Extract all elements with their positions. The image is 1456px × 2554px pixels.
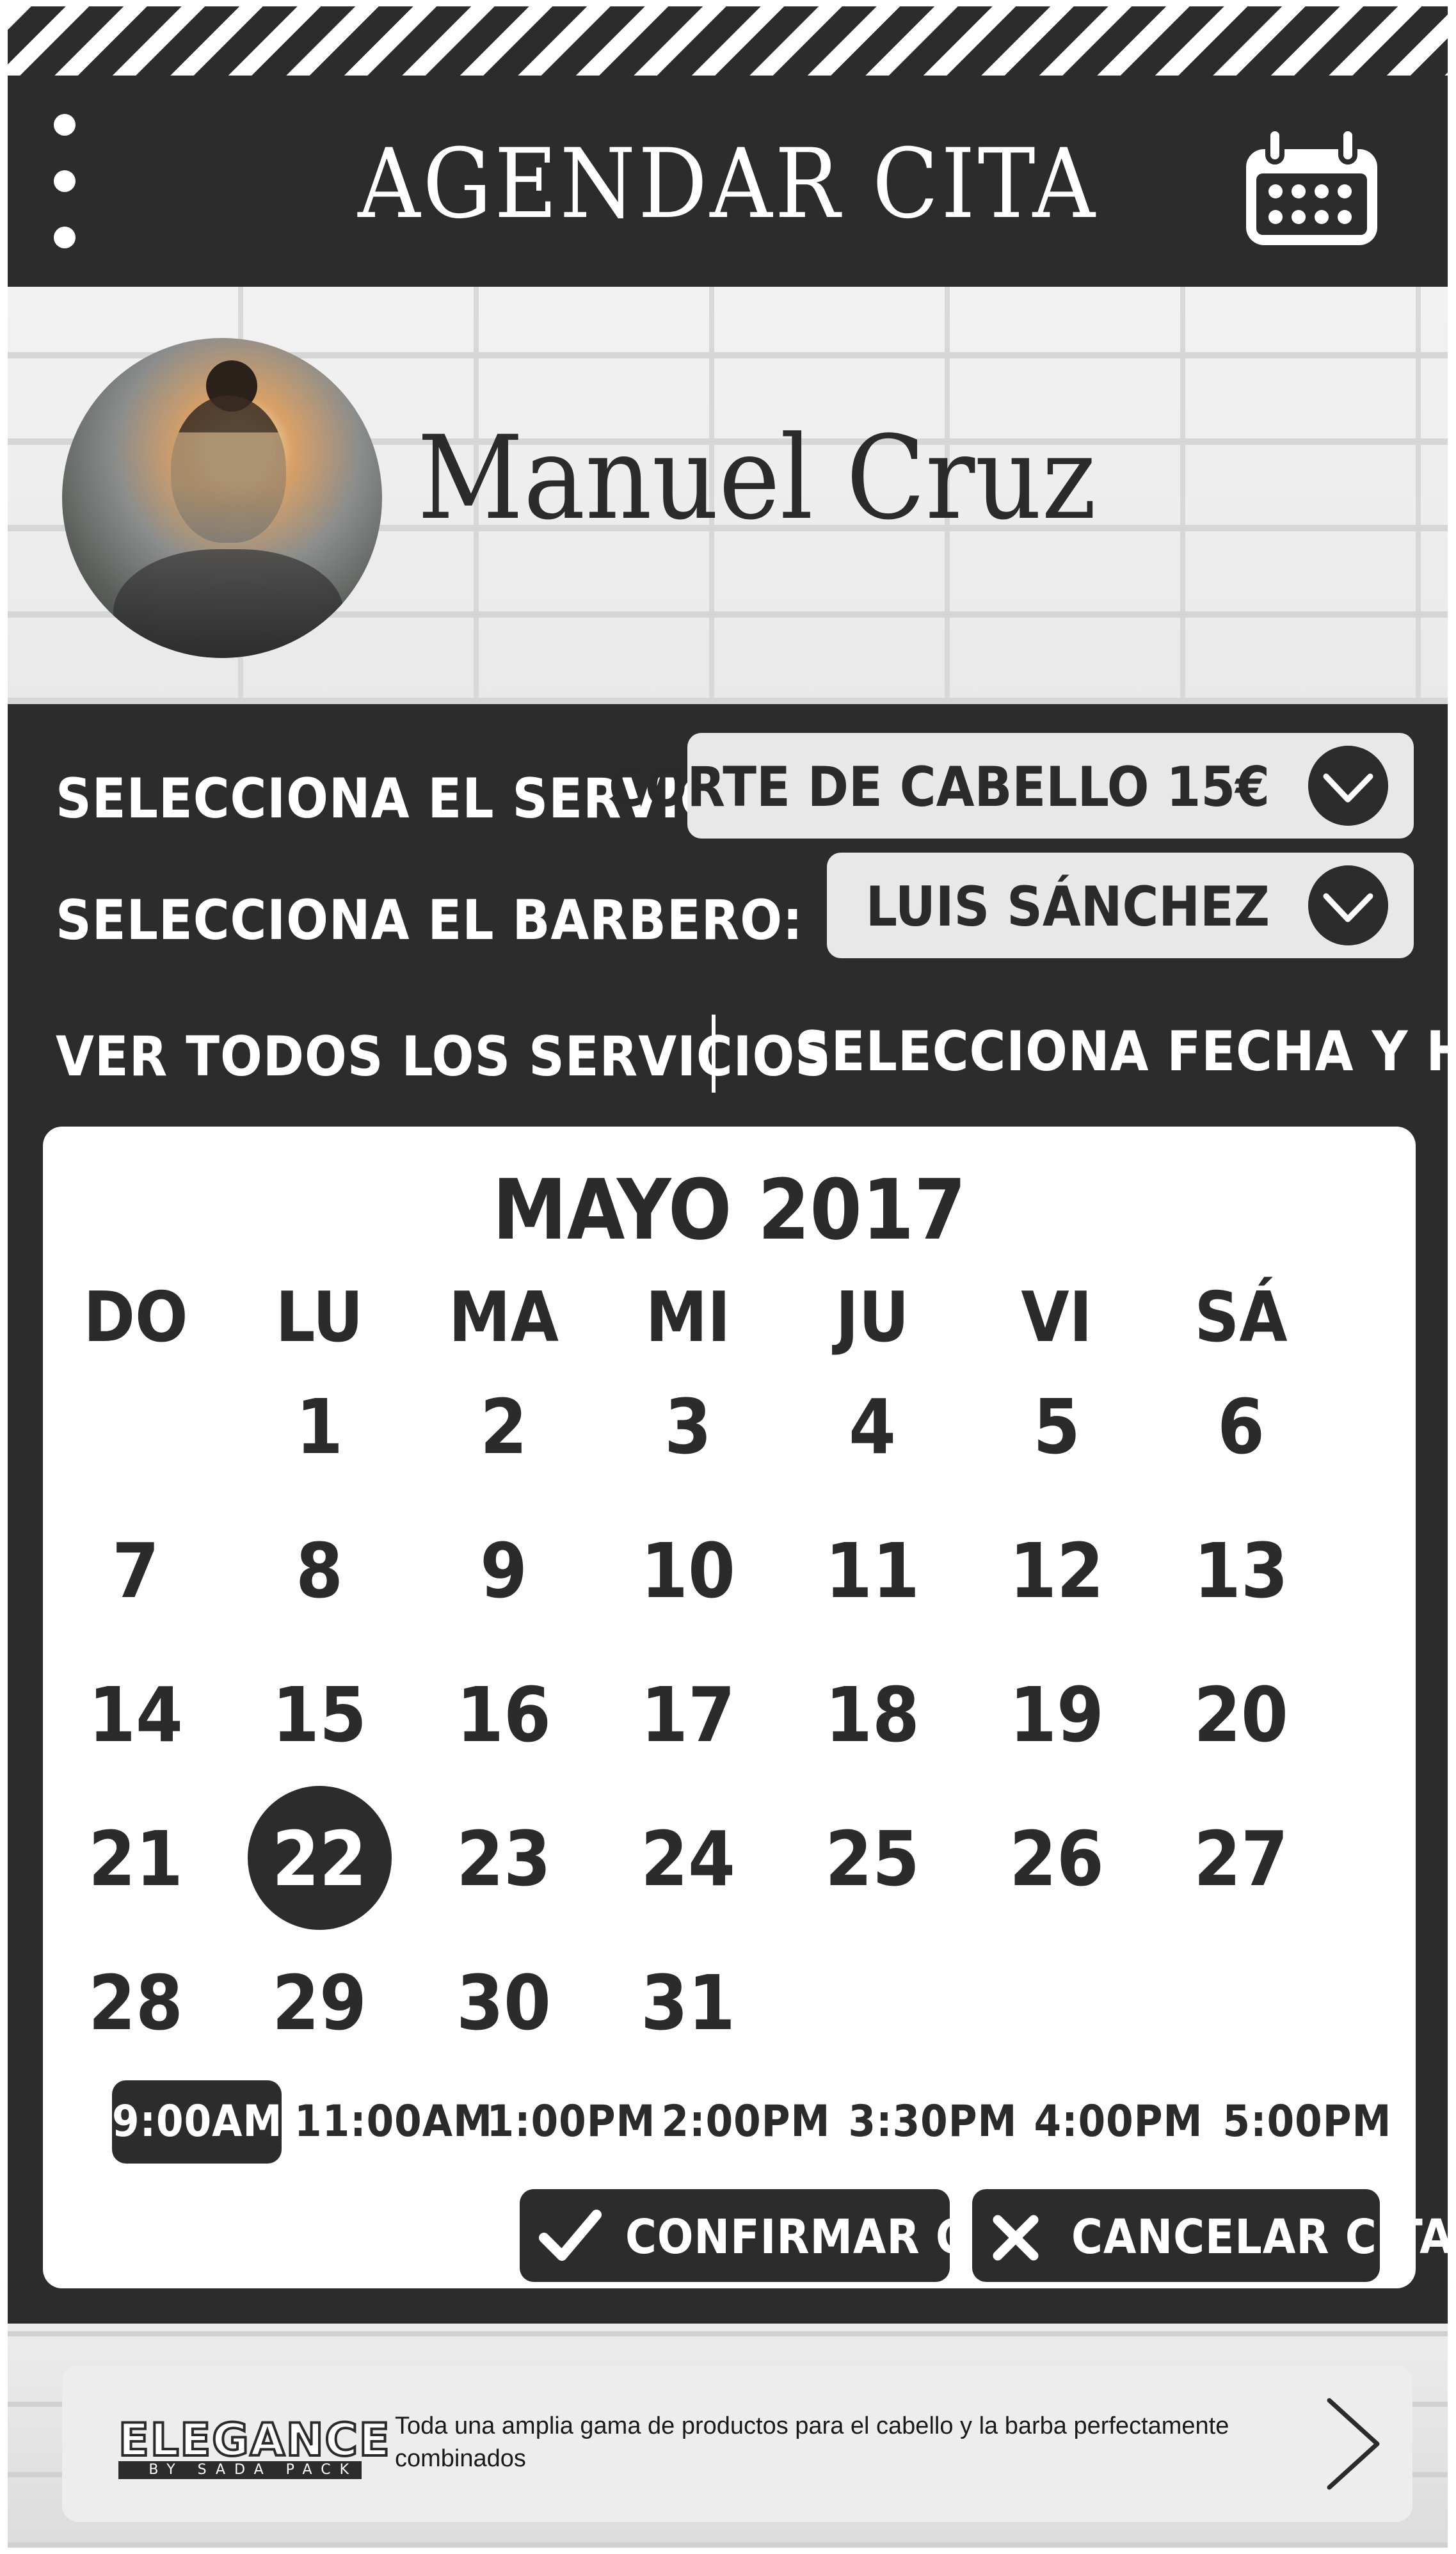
time-slot-1100am[interactable]: 11:00AM xyxy=(294,2080,492,2164)
calendar-day-27[interactable]: 27 xyxy=(1161,1821,1321,1897)
calendar-day-31[interactable]: 31 xyxy=(608,1965,768,2041)
calendar-day-20[interactable]: 20 xyxy=(1161,1677,1321,1753)
calendar-day-16[interactable]: 16 xyxy=(424,1677,584,1753)
date-time-label: SELECCIONA FECHA Y HORA: xyxy=(795,1020,1448,1084)
calendar-day-13[interactable]: 13 xyxy=(1161,1533,1321,1609)
chevron-down-icon xyxy=(1308,746,1388,826)
banner-text: Toda una amplia gama de productos para e… xyxy=(395,2413,1229,2473)
calendar-day-30[interactable]: 30 xyxy=(424,1965,584,2041)
calendar-icon[interactable] xyxy=(1240,124,1384,248)
service-value: CORTE DE CABELLO 15€ xyxy=(608,755,1270,819)
chevron-down-icon xyxy=(1308,865,1388,945)
time-slot-330pm[interactable]: 3:30PM xyxy=(848,2080,1018,2164)
calendar-day-25[interactable]: 25 xyxy=(792,1821,952,1897)
calendar-day-9[interactable]: 9 xyxy=(424,1533,584,1609)
calendar-day-14[interactable]: 14 xyxy=(56,1677,216,1753)
app-frame: AGENDAR CITA Manuel Cruz SELECCIONA EL S… xyxy=(8,6,1448,2548)
weekday-ma: MA xyxy=(449,1278,559,1358)
profile-section: Manuel Cruz xyxy=(8,287,1448,704)
calendar-day-12[interactable]: 12 xyxy=(977,1533,1137,1609)
time-slot-900am[interactable]: 9:00AM xyxy=(112,2080,282,2164)
calendar-day-10[interactable]: 10 xyxy=(608,1533,768,1609)
calendar-card: MAYO 2017 DO LU MA MI JU VI SÁ 1 2 3 4 5 6 7 8 9 10 11 12… xyxy=(43,1127,1448,2288)
chevron-right-icon[interactable] xyxy=(1316,2394,1387,2493)
service-dropdown[interactable]: CORTE DE CABELLO 15€ xyxy=(609,733,1414,839)
time-slot-500pm[interactable]: 5:00PM xyxy=(1222,2080,1392,2164)
weekday-do: DO xyxy=(83,1278,188,1358)
page-title: AGENDAR CITA xyxy=(358,129,1098,240)
calendar-day-28[interactable]: 28 xyxy=(56,1965,216,2041)
calendar-day-19[interactable]: 19 xyxy=(977,1677,1137,1753)
calendar-day-23[interactable]: 23 xyxy=(424,1821,584,1897)
check-icon xyxy=(539,2210,602,2261)
month-title: MAYO 2017 xyxy=(492,1161,966,1258)
time-slot-100pm[interactable]: 1:00PM xyxy=(486,2080,656,2164)
calendar-day-11[interactable]: 11 xyxy=(792,1533,952,1609)
weekday-ju: JU xyxy=(835,1278,909,1358)
brand-logo: ELEGANCE xyxy=(117,2414,391,2466)
calendar-day-15[interactable]: 15 xyxy=(239,1677,399,1753)
time-slot-400pm[interactable]: 4:00PM xyxy=(1034,2080,1203,2164)
brand-subtitle: BY SADA PACK xyxy=(118,2461,362,2479)
divider xyxy=(712,1015,716,1093)
app-header: AGENDAR CITA xyxy=(8,76,1448,287)
calendar-day-29[interactable]: 29 xyxy=(239,1965,399,2041)
barber-label: SELECCIONA EL BARBERO: xyxy=(56,888,804,952)
calendar-day-17[interactable]: 17 xyxy=(608,1677,768,1753)
calendar-day-6[interactable]: 6 xyxy=(1161,1389,1321,1465)
cancel-label: CANCELAR CITA xyxy=(1071,2210,1448,2265)
calendar-day-26[interactable]: 26 xyxy=(977,1821,1137,1897)
cancel-button[interactable]: CANCELAR CITA xyxy=(972,2189,1448,2282)
decorative-stripes xyxy=(8,6,1448,76)
calendar-day-7[interactable]: 7 xyxy=(56,1533,216,1609)
time-slot-200pm[interactable]: 2:00PM xyxy=(661,2080,831,2164)
weekday-lu: LU xyxy=(275,1278,364,1358)
calendar-day-18[interactable]: 18 xyxy=(792,1677,952,1753)
barber-dropdown[interactable]: LUIS SÁNCHEZ xyxy=(827,853,1414,958)
weekday-mi: MI xyxy=(645,1278,731,1358)
calendar-day-21[interactable]: 21 xyxy=(56,1821,216,1897)
calendar-day-2[interactable]: 2 xyxy=(424,1389,584,1465)
weekday-sá: SÁ xyxy=(1194,1278,1288,1358)
calendar-day-5[interactable]: 5 xyxy=(977,1389,1137,1465)
barber-value: LUIS SÁNCHEZ xyxy=(865,875,1270,939)
calendar-day-1[interactable]: 1 xyxy=(239,1389,399,1465)
weekday-vi: VI xyxy=(1021,1278,1092,1358)
x-icon xyxy=(993,2215,1039,2261)
calendar-day-22[interactable]: 22 xyxy=(239,1821,399,1897)
calendar-day-24[interactable]: 24 xyxy=(608,1821,768,1897)
avatar xyxy=(62,338,382,658)
calendar-day-4[interactable]: 4 xyxy=(792,1389,952,1465)
client-name: Manuel Cruz xyxy=(417,412,1097,545)
promo-banner[interactable]: ELEGANCE BY SADA PACK Toda una amplia ga… xyxy=(62,2365,1412,2522)
calendar-day-3[interactable]: 3 xyxy=(608,1389,768,1465)
confirm-button[interactable]: CONFIRMAR CITA xyxy=(520,2189,1043,2282)
calendar-day-8[interactable]: 8 xyxy=(239,1533,399,1609)
